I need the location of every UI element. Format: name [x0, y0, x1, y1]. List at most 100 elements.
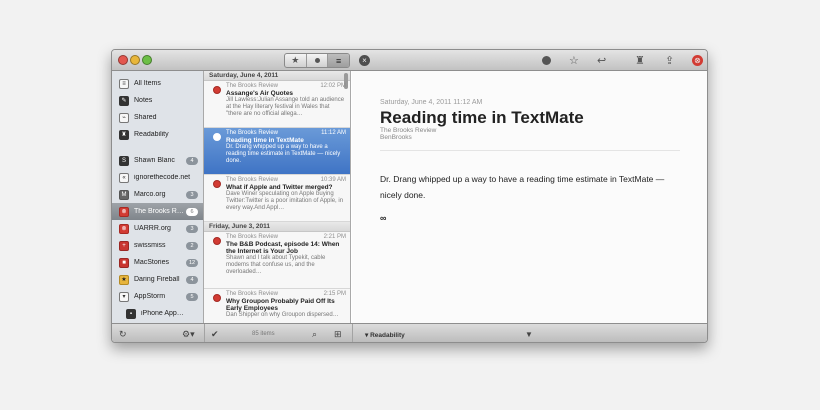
header-divider — [380, 150, 680, 151]
article-row[interactable]: The Brooks Review 12:02 PM Assange's Air … — [204, 81, 350, 128]
unread-filter-button[interactable] — [307, 54, 329, 67]
sidebar-item-daring-fireball[interactable]: ★ Daring Fireball 4 — [112, 271, 203, 288]
mark-unread-button[interactable] — [542, 54, 551, 67]
brooks-review-icon — [213, 237, 221, 245]
chevron-down-icon[interactable]: ▼ — [525, 330, 533, 339]
date-header: Friday, June 3, 2011 — [204, 222, 350, 232]
article-headline[interactable]: Reading time in TextMate — [380, 108, 584, 128]
star-icon: ★ — [291, 55, 300, 65]
sidebar-item-label: Readability — [134, 131, 169, 138]
brooks-review-icon: ⊗ — [692, 55, 703, 66]
unread-badge: 3 — [186, 225, 198, 233]
ignorethecode-icon: « — [119, 172, 129, 183]
uarrr-icon: ⊗ — [119, 223, 129, 234]
article-excerpt: Dan Shipper on why Groupon dispersed… — [226, 312, 339, 318]
article-title: Assange's Air Quotes — [226, 90, 294, 97]
sidebar-item-macstories[interactable]: ■ MacStories 12 — [112, 254, 203, 271]
article-time: 11:12 AM — [321, 130, 346, 136]
readability-button[interactable]: ♜ — [635, 54, 645, 67]
disclosure-triangle-icon: ▾ — [119, 291, 129, 302]
list-icon: ≡ — [336, 55, 342, 66]
unread-badge: 4 — [186, 276, 198, 284]
unread-badge: 4 — [186, 157, 198, 165]
marco-icon: M — [119, 189, 129, 200]
article-time: 2:15 PM — [323, 291, 346, 297]
filter-segmented-control: ★ ≡ — [284, 53, 350, 68]
app-window: ★ ≡ × ☆ ↩ ♜ ⇪ ⊗ ≡ All Items ✎ Notes ⌁ Sh… — [111, 49, 708, 343]
sidebar-item-label: Shared — [134, 114, 157, 121]
sidebar-item-label: All Items — [134, 80, 161, 87]
close-window-button[interactable] — [118, 55, 128, 65]
share-button[interactable]: ⇪ — [665, 54, 674, 67]
shared-icon: ⌁ — [119, 112, 129, 123]
sidebar-item-swissmiss[interactable]: + swissmiss 2 — [112, 237, 203, 254]
unread-badge: 3 — [186, 191, 198, 199]
shawn-blanc-icon: S — [119, 155, 129, 166]
article-title: The B&B Podcast, episode 14: When the In… — [226, 241, 340, 255]
readability-menu[interactable]: ▾ Readability — [365, 331, 405, 339]
article-title: Reading time in TextMate — [226, 137, 304, 144]
sidebar-item-shared[interactable]: ⌁ Shared — [112, 109, 203, 126]
feed-source-button[interactable]: ⊗ — [692, 54, 703, 67]
sidebar-item-uarrr[interactable]: ⊗ UARRR.org 3 — [112, 220, 203, 237]
starred-filter-button[interactable]: ★ — [285, 54, 307, 67]
article-title: What if Apple and Twitter merged? — [226, 184, 333, 191]
refresh-icon[interactable]: ↻ — [119, 329, 127, 340]
sidebar-item-iphone-app[interactable]: ▪ iPhone App… — [112, 305, 203, 322]
close-article-button[interactable]: × — [359, 54, 370, 67]
sidebar-item-label: Notes — [134, 97, 153, 104]
article-date: Saturday, June 4, 2011 11:12 AM — [380, 99, 483, 106]
share-icon: ⇪ — [665, 55, 675, 67]
article-source: The Brooks Review — [226, 291, 279, 297]
gear-menu-icon[interactable]: ⚙▾ — [182, 329, 195, 340]
add-subscription-icon[interactable]: ⊞ — [334, 329, 342, 340]
sidebar-item-label: iPhone App… — [141, 310, 184, 317]
sidebar-item-readability[interactable]: ♜ Readability — [112, 126, 203, 143]
zoom-window-button[interactable] — [142, 55, 152, 65]
article-excerpt: Dr. Drang whipped up a way to have a rea… — [226, 144, 341, 164]
brooks-review-icon — [213, 294, 221, 302]
sidebar-item-all-items[interactable]: ≡ All Items — [112, 75, 203, 92]
article-time: 10:39 AM — [320, 177, 346, 183]
close-circle-icon: × — [359, 55, 370, 66]
article-row-selected[interactable]: The Brooks Review 11:12 AM Reading time i… — [204, 128, 350, 175]
unread-dot-icon — [314, 58, 320, 63]
all-items-icon: ≡ — [119, 78, 129, 89]
article-list: Saturday, June 4, 2011 The Brooks Review… — [204, 71, 351, 323]
daring-fireball-star-icon: ★ — [119, 274, 129, 285]
brooks-review-icon — [213, 180, 221, 188]
article-excerpt: Dave Winer speculating on Apple buying T… — [226, 191, 344, 211]
article-time: 2:21 PM — [323, 234, 346, 240]
date-header: Saturday, June 4, 2011 — [204, 71, 350, 81]
article-reader: Saturday, June 4, 2011 11:12 AM Reading … — [352, 71, 707, 323]
article-row[interactable]: The Brooks Review 10:39 AM What if Apple … — [204, 175, 350, 222]
minimize-window-button[interactable] — [130, 55, 140, 65]
article-excerpt: Jill Lawless:Julian Assange told an audi… — [226, 97, 345, 117]
open-original-button[interactable]: ↩ — [597, 54, 606, 67]
unread-badge: 2 — [186, 242, 198, 250]
article-row[interactable]: The Brooks Review 2:21 PM The B&B Podcast… — [204, 232, 350, 289]
article-body: Dr. Drang whipped up a way to have a rea… — [380, 174, 665, 200]
sidebar-item-label: ignorethecode.net — [134, 174, 191, 181]
permalink-icon[interactable]: ∞ — [380, 213, 386, 223]
sidebar-item-shawn-blanc[interactable]: S Shawn Blanc 4 — [112, 152, 203, 169]
article-source: The Brooks Review — [226, 130, 279, 136]
sidebar-item-marco[interactable]: M Marco.org 3 — [112, 186, 203, 203]
unread-badge: 12 — [186, 259, 198, 267]
sidebar-item-notes[interactable]: ✎ Notes — [112, 92, 203, 109]
brooks-review-icon — [213, 86, 221, 94]
sidebar-folder-appstorm[interactable]: ▾ AppStorm 5 — [112, 288, 203, 305]
all-filter-button[interactable]: ≡ — [328, 54, 349, 67]
article-source-link[interactable]: The Brooks Review — [380, 127, 436, 134]
sidebar-item-brooks-review[interactable]: ⊗ The Brooks R… 6 — [112, 203, 203, 220]
mark-all-read-icon[interactable]: ✔ — [211, 329, 219, 340]
article-author: BenBrooks — [380, 134, 412, 141]
unread-badge: 6 — [186, 208, 198, 216]
article-row[interactable]: The Brooks Review 2:15 PM Why Groupon Pro… — [204, 289, 350, 323]
star-button[interactable]: ☆ — [569, 54, 579, 67]
article-source: The Brooks Review — [226, 177, 279, 183]
sidebar-item-ignorethecode[interactable]: « ignorethecode.net — [112, 169, 203, 186]
item-count: 85 items — [252, 331, 275, 337]
search-icon[interactable]: ⌕ — [312, 329, 317, 340]
back-arrow-icon: ↩ — [597, 55, 607, 67]
